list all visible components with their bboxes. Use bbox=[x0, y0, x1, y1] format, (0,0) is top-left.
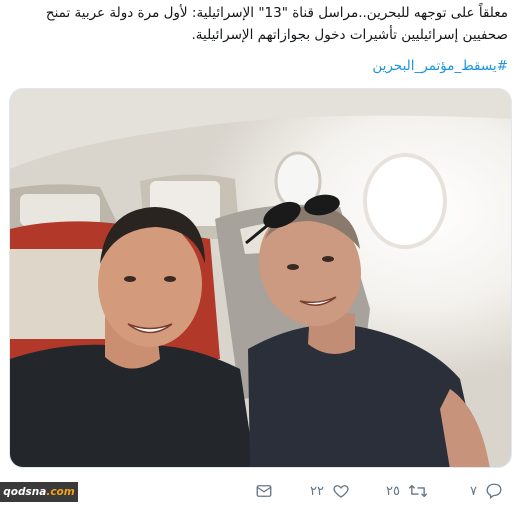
reply-icon bbox=[485, 482, 503, 500]
hashtag-link[interactable]: #يسقط_مؤتمر_البحرين bbox=[372, 58, 508, 74]
tweet-text: معلقاً على توجهه للبحرين..مراسل قناة "13… bbox=[8, 2, 508, 46]
airplane-selfie-image bbox=[10, 89, 511, 467]
message-action[interactable] bbox=[255, 482, 273, 500]
like-action[interactable]: ٢٢ bbox=[310, 482, 350, 500]
like-icon bbox=[332, 482, 350, 500]
reply-count: ٧ bbox=[470, 483, 477, 499]
reply-action[interactable]: ٧ bbox=[470, 482, 503, 500]
tweet-text-line-1: معلقاً على توجهه للبحرين..مراسل قناة "13… bbox=[45, 5, 508, 21]
retweet-action[interactable]: ٢٥ bbox=[386, 482, 428, 500]
retweet-count: ٢٥ bbox=[386, 483, 400, 499]
tweet-photo[interactable] bbox=[9, 88, 512, 468]
tweet-actions-bar: ٧ ٢٥ ٢٢ bbox=[0, 478, 514, 506]
retweet-icon bbox=[408, 482, 428, 500]
tweet-text-line-2: صحفيين إسرائيليين تأشيرات دخول بجوازاتهم… bbox=[191, 27, 508, 43]
like-count: ٢٢ bbox=[310, 483, 324, 499]
message-icon bbox=[255, 482, 273, 500]
